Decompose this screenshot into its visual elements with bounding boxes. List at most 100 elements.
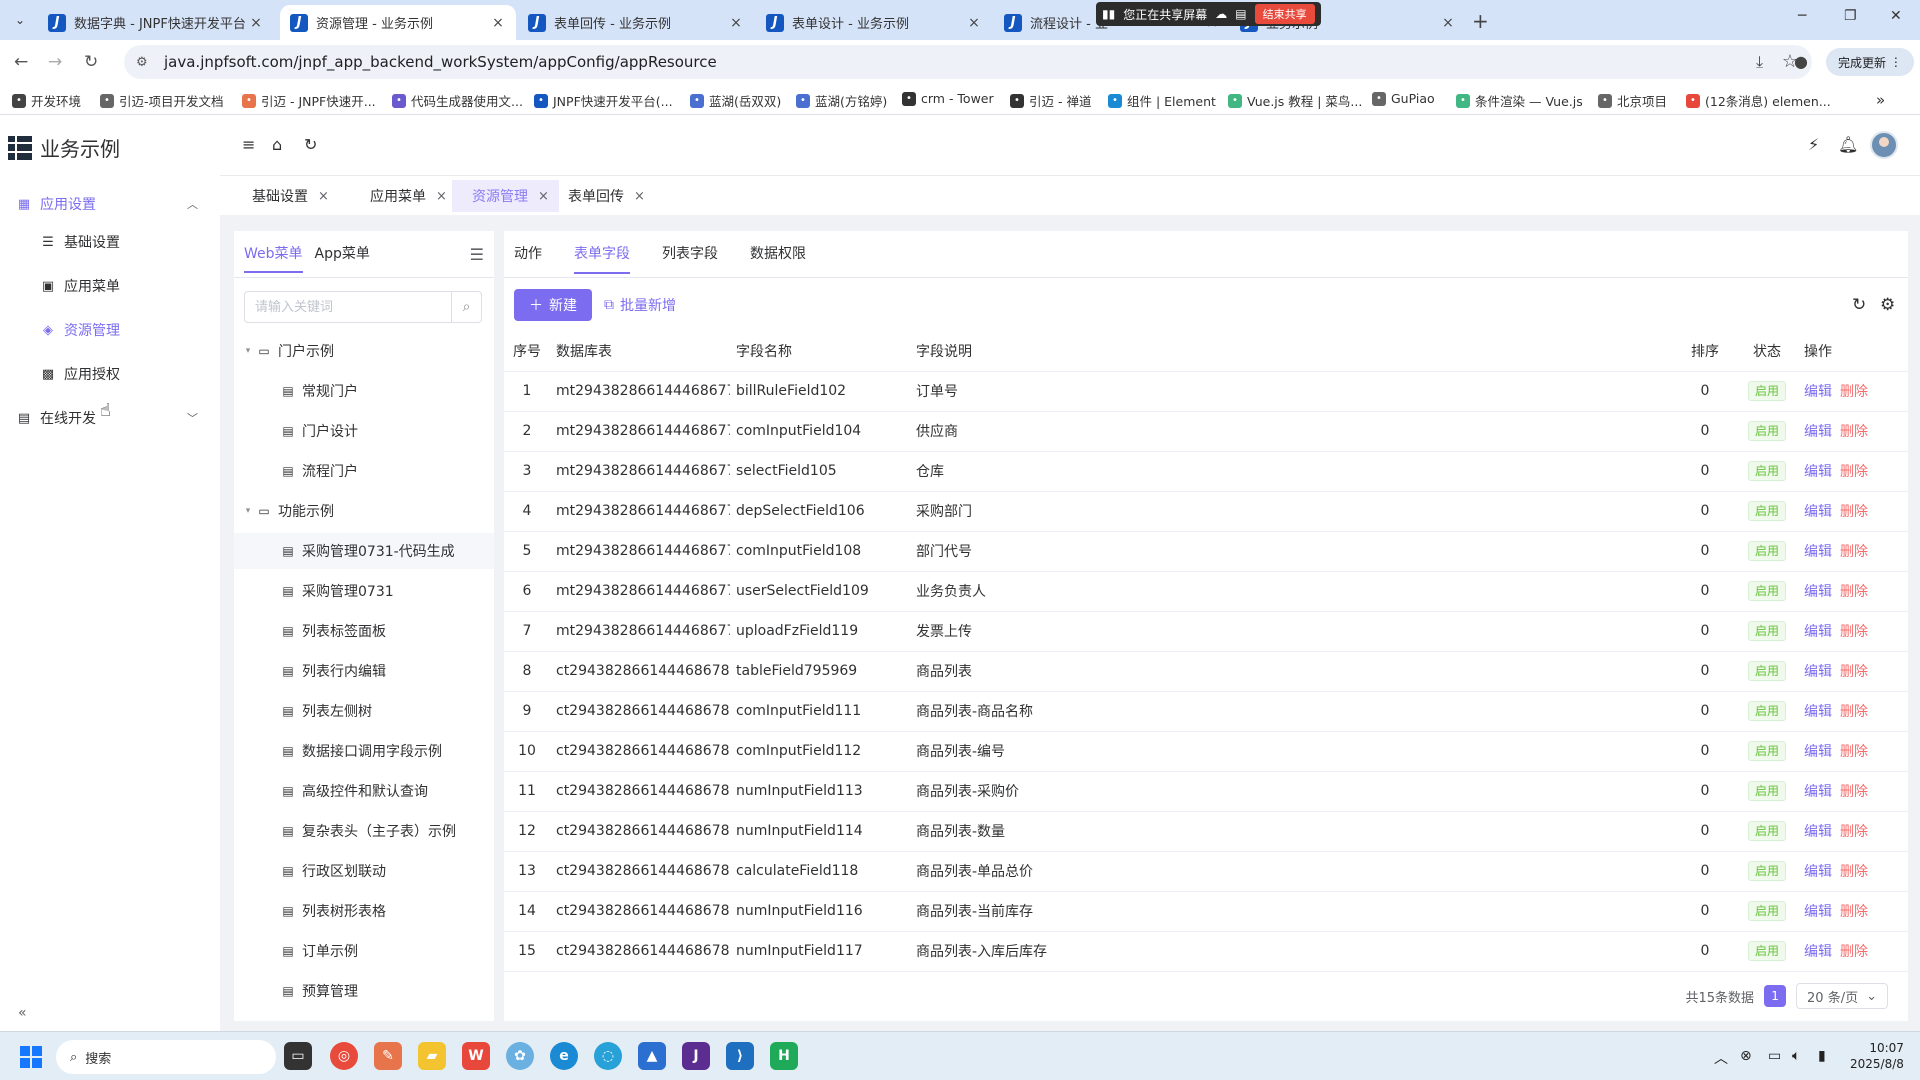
tray-chevron-icon[interactable]: ︿: [1714, 1048, 1728, 1068]
task-view-icon[interactable]: ▭: [284, 1042, 312, 1070]
delete-link[interactable]: 删除: [1840, 824, 1868, 840]
batch-add-button[interactable]: ⧉ 批量新增: [604, 295, 676, 315]
close-icon[interactable]: ×: [490, 15, 506, 31]
tab-1[interactable]: 表单字段: [574, 243, 630, 274]
app-icon[interactable]: H: [770, 1042, 798, 1070]
edit-link[interactable]: 编辑: [1804, 624, 1832, 640]
browser-tab[interactable]: J 资源管理 - 业务示例 ×: [280, 5, 516, 40]
more-bookmarks-icon[interactable]: »: [1876, 91, 1885, 109]
tag-2[interactable]: 资源管理 ×: [452, 180, 559, 212]
app-icon[interactable]: ▲: [638, 1042, 666, 1070]
tree-leaf[interactable]: ▤ 行政区划联动: [234, 853, 494, 889]
update-button[interactable]: 完成更新 ⋮: [1826, 48, 1914, 76]
avatar[interactable]: [1870, 131, 1898, 159]
edit-link[interactable]: 编辑: [1804, 584, 1832, 600]
caret-down-icon[interactable]: ▾: [240, 506, 256, 516]
app-logo[interactable]: 业务示例: [8, 133, 120, 162]
close-icon[interactable]: ×: [1440, 15, 1456, 31]
window-close-icon[interactable]: ✕: [1890, 8, 1902, 24]
profile-icon[interactable]: ●: [1794, 52, 1808, 71]
edit-link[interactable]: 编辑: [1804, 784, 1832, 800]
tree-leaf[interactable]: ▤ 订单示例: [234, 933, 494, 969]
tree-leaf[interactable]: ▤ 流程门户: [234, 453, 494, 489]
vscode-icon[interactable]: ⟩: [726, 1042, 754, 1070]
jetbrains-icon[interactable]: J: [682, 1042, 710, 1070]
bookmark-item[interactable]: • 蓝湖(岳双双): [690, 91, 781, 110]
bookmark-item[interactable]: • 引迈 - 禅道: [1010, 91, 1091, 110]
edit-link[interactable]: 编辑: [1804, 864, 1832, 880]
delete-link[interactable]: 删除: [1840, 624, 1868, 640]
tab-web-menu[interactable]: Web菜单: [244, 243, 303, 273]
edit-link[interactable]: 编辑: [1804, 824, 1832, 840]
page-size-select[interactable]: 20 条/页 ⌄: [1796, 983, 1888, 1009]
edit-link[interactable]: 编辑: [1804, 504, 1832, 520]
bookmark-item[interactable]: • 引迈-项目开发文档: [100, 91, 224, 110]
delete-link[interactable]: 删除: [1840, 904, 1868, 920]
new-tab-button[interactable]: +: [1472, 9, 1489, 33]
back-icon[interactable]: ←: [14, 52, 28, 72]
sidebar-item-resource-management[interactable]: ◈ 资源管理: [40, 312, 220, 348]
bookmark-item[interactable]: • 引迈 - JNPF快速开...: [242, 91, 376, 110]
new-button[interactable]: ＋ 新建: [514, 289, 592, 321]
bookmark-item[interactable]: • GuPiao: [1372, 91, 1435, 106]
refresh-table-icon[interactable]: ↻: [1852, 295, 1866, 315]
minimize-icon[interactable]: ─: [1798, 8, 1806, 24]
end-share-button[interactable]: 结束共享: [1254, 4, 1315, 24]
tab-app-menu[interactable]: App菜单: [315, 243, 370, 273]
forward-icon[interactable]: →: [48, 52, 62, 72]
refresh-icon[interactable]: ↻: [304, 135, 317, 154]
bookmark-item[interactable]: • 组件 | Element: [1108, 91, 1216, 110]
chrome-icon[interactable]: ◎: [330, 1042, 358, 1070]
edit-link[interactable]: 编辑: [1804, 704, 1832, 720]
document-icon[interactable]: ▤: [1235, 7, 1246, 21]
tree-folder[interactable]: ▾ ▭ 门户示例: [234, 333, 494, 369]
reload-icon[interactable]: ↻: [84, 52, 98, 72]
collapse-sidebar-icon[interactable]: «: [18, 1005, 27, 1021]
url-bar[interactable]: ⚙ java.jnpfsoft.com/jnpf_app_backend_wor…: [124, 45, 1812, 79]
bell-icon[interactable]: 🔔︎: [1838, 135, 1858, 154]
close-icon[interactable]: ×: [318, 189, 329, 204]
tab-2[interactable]: 列表字段: [662, 243, 718, 274]
delete-link[interactable]: 删除: [1840, 584, 1868, 600]
delete-link[interactable]: 删除: [1840, 504, 1868, 520]
delete-link[interactable]: 删除: [1840, 464, 1868, 480]
windows-start-icon[interactable]: [20, 1046, 42, 1068]
delete-link[interactable]: 删除: [1840, 704, 1868, 720]
app-icon[interactable]: ✿: [506, 1042, 534, 1070]
tree-leaf[interactable]: ▤ 列表树形表格: [234, 893, 494, 929]
delete-link[interactable]: 删除: [1840, 744, 1868, 760]
app-icon[interactable]: ✎: [374, 1042, 402, 1070]
download-icon[interactable]: ⤓: [1756, 52, 1763, 72]
site-info-icon[interactable]: ⚙: [136, 55, 152, 70]
browser-tab[interactable]: J 表单回传 - 业务示例 ×: [518, 5, 754, 40]
tree-folder[interactable]: ▾ ▭ 功能示例: [234, 493, 494, 529]
search-icon[interactable]: ⌕: [451, 292, 481, 322]
bookmark-item[interactable]: • JNPF快速开发平台(...: [534, 91, 673, 110]
close-icon[interactable]: ×: [436, 189, 447, 204]
tag-0[interactable]: 基础设置 ×: [232, 180, 339, 212]
edit-link[interactable]: 编辑: [1804, 664, 1832, 680]
home-icon[interactable]: ⌂: [272, 135, 282, 154]
bookmark-item[interactable]: • 代码生成器使用文...: [392, 91, 523, 110]
close-icon[interactable]: ×: [634, 189, 645, 204]
menu-group-app-settings[interactable]: ▦ 应用设置 ︿: [0, 186, 220, 222]
list-menu-icon[interactable]: ☰: [470, 245, 484, 264]
app-icon[interactable]: ◌: [594, 1042, 622, 1070]
bookmark-item[interactable]: • Vue.js 教程 | 菜鸟...: [1228, 91, 1362, 110]
edit-link[interactable]: 编辑: [1804, 904, 1832, 920]
volume-icon[interactable]: 🔈︎: [1792, 1048, 1800, 1064]
tree-leaf[interactable]: ▤ 复杂表头（主子表）示例: [234, 813, 494, 849]
sidebar-item-app-menu[interactable]: ▣ 应用菜单: [40, 268, 220, 304]
url-text[interactable]: java.jnpfsoft.com/jnpf_app_backend_workS…: [164, 53, 717, 71]
restore-icon[interactable]: ❐: [1844, 8, 1857, 24]
sidebar-item-basic-settings[interactable]: ☰ 基础设置: [40, 224, 220, 260]
tab-search-icon[interactable]: ⌄: [8, 8, 32, 32]
edit-link[interactable]: 编辑: [1804, 944, 1832, 960]
tag-1[interactable]: 应用菜单 ×: [350, 180, 457, 212]
delete-link[interactable]: 删除: [1840, 784, 1868, 800]
edit-link[interactable]: 编辑: [1804, 544, 1832, 560]
tree-leaf[interactable]: ▤ 高级控件和默认查询: [234, 773, 494, 809]
close-icon[interactable]: ×: [248, 15, 264, 31]
bookmark-item[interactable]: • 开发环境: [12, 91, 81, 110]
delete-link[interactable]: 删除: [1840, 864, 1868, 880]
